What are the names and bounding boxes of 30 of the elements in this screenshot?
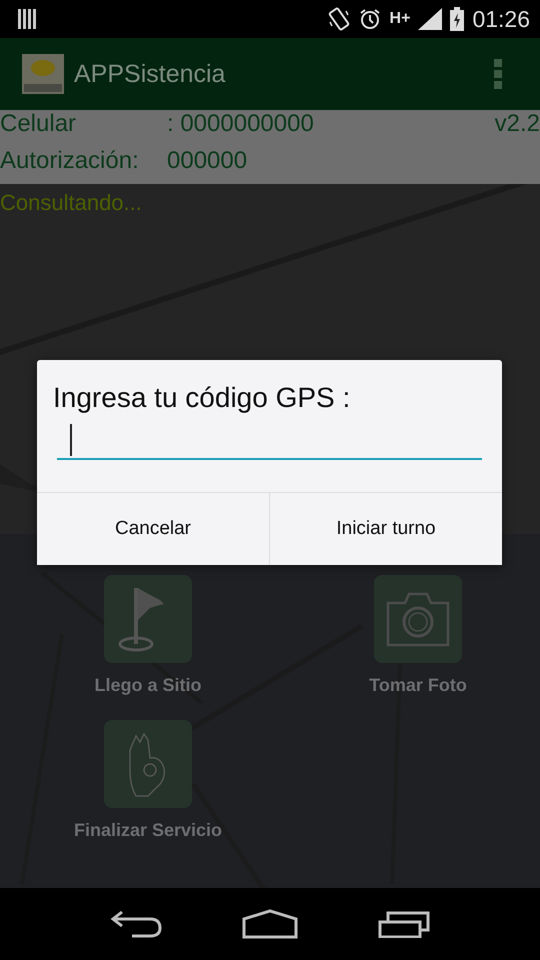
signal-icon [418, 8, 442, 30]
action-label: Llego a Sitio [94, 675, 202, 696]
action-label: Tomar Foto [369, 675, 467, 696]
logo-icon [22, 54, 64, 94]
overflow-menu-icon[interactable] [494, 59, 502, 89]
action-tile[interactable] [104, 720, 192, 808]
vibrate-icon [328, 7, 350, 31]
field-value: 000000 [167, 147, 248, 175]
field-label: Autorización: [0, 147, 140, 175]
app-title: APPSistencia [74, 60, 226, 88]
back-icon[interactable] [110, 910, 162, 938]
clock: 01:26 [472, 6, 530, 32]
dialog-button[interactable]: Iniciar turno [269, 493, 502, 565]
action-label: Finalizar Servicio [74, 820, 222, 841]
battery-icon [450, 7, 464, 31]
home-icon[interactable] [242, 909, 298, 939]
network-type: H+ [390, 10, 410, 28]
text-cursor [70, 424, 72, 456]
recent-apps-icon[interactable] [378, 910, 430, 938]
notification-icon [18, 9, 36, 29]
field-value: : 0000000000 [167, 110, 315, 138]
dialog-title: Ingresa tu código GPS : [52, 381, 352, 414]
field-label: Celular [0, 110, 78, 138]
dialog-button[interactable]: Cancelar [37, 493, 269, 565]
status-message: Consultando... [0, 189, 143, 217]
version-label: v2.2 [494, 110, 540, 138]
action-tile[interactable] [104, 575, 192, 663]
camera-icon [385, 591, 451, 647]
action-tile[interactable] [374, 575, 462, 663]
alarm-icon [358, 7, 382, 31]
